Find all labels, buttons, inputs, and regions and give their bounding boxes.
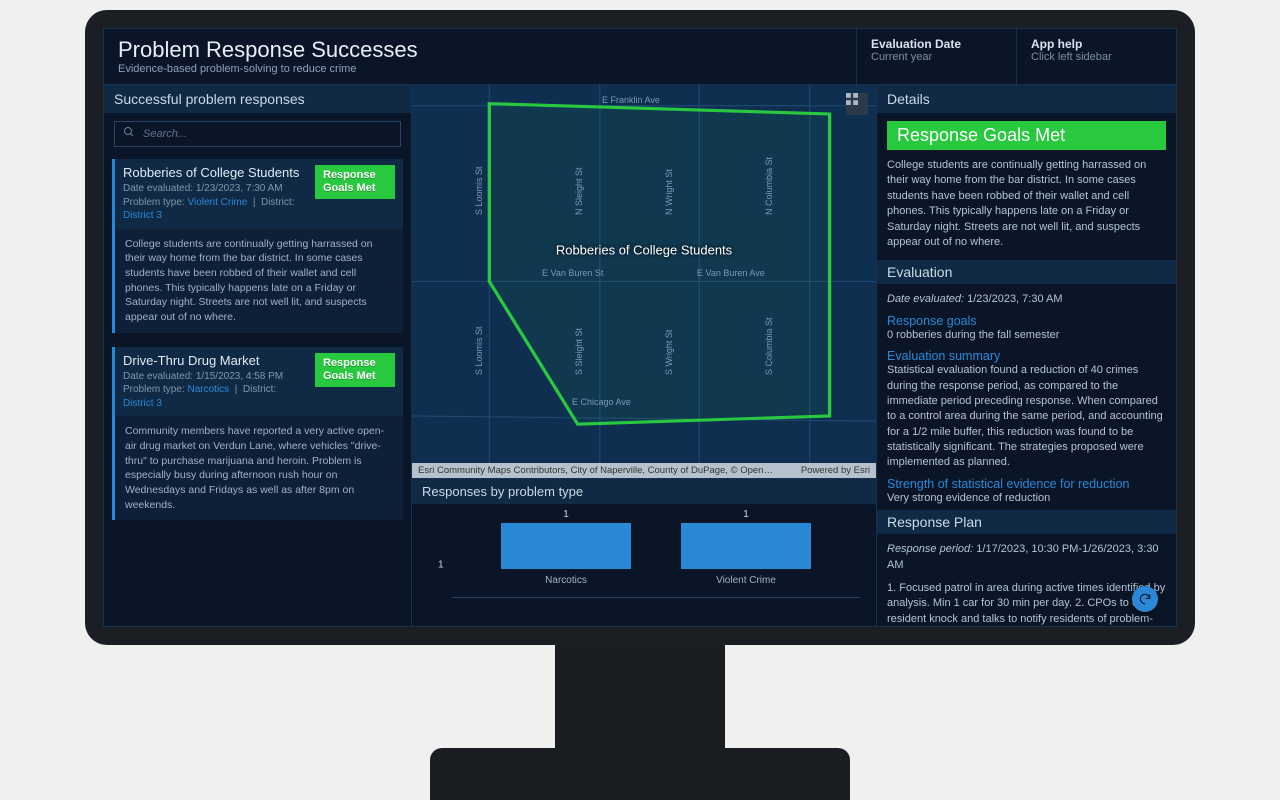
map-feature-label: Robberies of College Students (556, 243, 732, 258)
street-label: N Wright St (664, 169, 674, 215)
street-label: S Sleight St (574, 328, 584, 375)
street-label: S Loomis St (474, 166, 484, 215)
refresh-button[interactable] (1132, 586, 1158, 612)
chart-y-tick: 1 (438, 560, 444, 571)
help-label: App help (1031, 37, 1162, 51)
help-value: Click left sidebar (1031, 51, 1162, 63)
bar[interactable] (681, 523, 811, 569)
eval-date-label: Date evaluated: (887, 293, 964, 305)
search-input[interactable] (143, 128, 392, 140)
plan-heading: Response Plan (877, 510, 1176, 534)
street-label: S Columbia St (764, 317, 774, 375)
chart-panel: Responses by problem type 1 1 Narcotics … (412, 478, 876, 626)
street-label: N Columbia St (764, 157, 774, 215)
card-meta: Date evaluated: 1/15/2023, 4:58 PM Probl… (123, 370, 309, 411)
card-summary: College students are continually getting… (115, 229, 403, 333)
eval-date-block: Evaluation Date Current year (856, 29, 1016, 84)
district-link[interactable]: District 3 (123, 210, 162, 221)
search-icon (123, 125, 135, 143)
eval-summary-value: Statistical evaluation found a reduction… (887, 363, 1166, 471)
street-label: E Van Buren St (542, 268, 603, 278)
response-card[interactable]: Robberies of College Students Date evalu… (112, 159, 403, 333)
evaluation-heading: Evaluation (877, 260, 1176, 284)
status-badge: Response Goals Met (315, 165, 395, 199)
page-subtitle: Evidence-based problem-solving to reduce… (118, 63, 842, 75)
street-label: E Chicago Ave (572, 397, 631, 407)
page-title: Problem Response Successes (118, 37, 842, 63)
status-banner: Response Goals Met (887, 121, 1166, 150)
help-block: App help Click left sidebar (1016, 29, 1176, 84)
plan-text: 1. Focused patrol in area during active … (887, 581, 1166, 626)
card-meta: Date evaluated: 1/23/2023, 7:30 AM Probl… (123, 182, 309, 223)
bar-value-label: 1 (563, 509, 569, 520)
street-label: E Van Buren Ave (697, 268, 765, 278)
problem-type-link[interactable]: Violent Crime (187, 197, 247, 208)
street-label: N Sleight St (574, 167, 584, 215)
eval-date-label: Evaluation Date (871, 37, 1002, 51)
map-attribution: Esri Community Maps Contributors, City o… (412, 463, 876, 478)
bar-category-label: Violent Crime (716, 575, 776, 586)
problem-type-link[interactable]: Narcotics (187, 384, 229, 395)
goals-label: Response goals (887, 314, 1166, 328)
chart-title: Responses by problem type (412, 479, 876, 504)
response-period-label: Response period: (887, 543, 973, 555)
bar[interactable] (501, 523, 631, 569)
card-title: Drive-Thru Drug Market (123, 353, 309, 368)
street-label: E Franklin Ave (602, 95, 660, 105)
map-view[interactable]: Robberies of College Students E Franklin… (412, 85, 876, 478)
eval-date-value: 1/23/2023, 7:30 AM (967, 293, 1062, 305)
street-label: S Wright St (664, 330, 674, 375)
goals-value: 0 robberies during the fall semester (887, 328, 1166, 343)
details-panel-title: Details (877, 85, 1176, 113)
left-panel-title: Successful problem responses (104, 85, 411, 113)
bar-value-label: 1 (743, 509, 749, 520)
chart-area[interactable]: 1 1 Narcotics 1 Violent Crime (412, 504, 876, 626)
details-description: College students are continually getting… (887, 158, 1166, 250)
eval-date-value: Current year (871, 51, 1002, 63)
left-panel: Successful problem responses Robberies o… (104, 85, 412, 626)
bar-category-label: Narcotics (545, 575, 587, 586)
details-panel[interactable]: Details Response Goals Met College stude… (876, 85, 1176, 626)
street-label: S Loomis St (474, 326, 484, 375)
strength-value: Very strong evidence of reduction (887, 491, 1166, 506)
center-panel: Robberies of College Students E Franklin… (412, 85, 876, 626)
status-badge: Response Goals Met (315, 353, 395, 387)
strength-label: Strength of statistical evidence for red… (887, 477, 1166, 491)
response-card[interactable]: Drive-Thru Drug Market Date evaluated: 1… (112, 347, 403, 521)
card-summary: Community members have reported a very a… (115, 416, 403, 520)
basemap-button[interactable] (846, 93, 868, 115)
district-link[interactable]: District 3 (123, 398, 162, 409)
eval-summary-label: Evaluation summary (887, 349, 1166, 363)
card-title: Robberies of College Students (123, 165, 309, 180)
app-header: Problem Response Successes Evidence-base… (104, 29, 1176, 85)
search-box[interactable] (114, 121, 401, 147)
